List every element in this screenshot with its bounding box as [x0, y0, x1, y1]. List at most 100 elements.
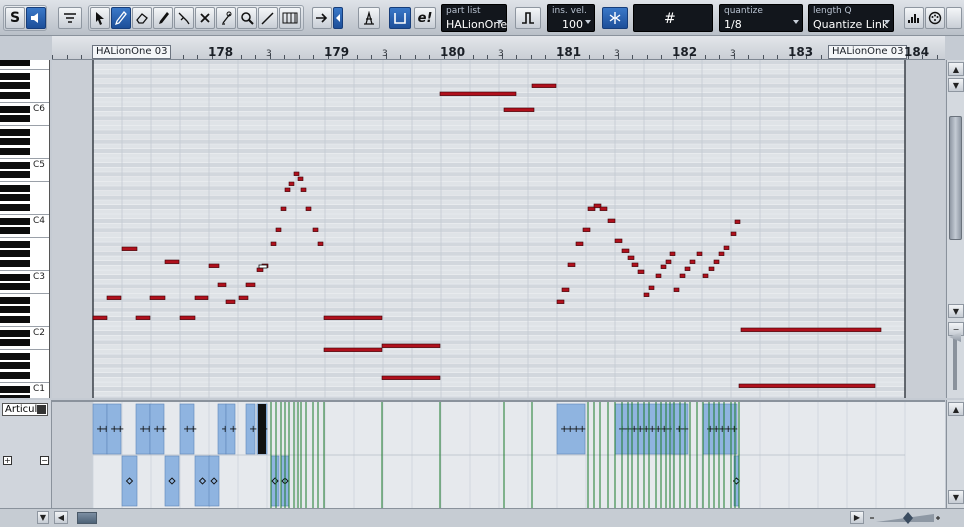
black-key[interactable] [0, 60, 30, 66]
black-key[interactable] [0, 339, 30, 347]
step-input-icon[interactable] [279, 7, 301, 29]
e-icon[interactable]: e! [414, 7, 436, 29]
black-key[interactable] [0, 329, 30, 337]
black-key[interactable] [0, 385, 30, 393]
part-list-field[interactable]: part list HALionOne [441, 4, 507, 32]
listen-icon[interactable] [26, 7, 46, 29]
midi-note [684, 266, 691, 271]
controller-setup-icon[interactable] [904, 7, 924, 29]
zoom-in-icon[interactable]: ▼ [948, 78, 964, 92]
object-select-icon[interactable] [90, 7, 110, 29]
draw-icon[interactable] [111, 7, 131, 29]
octave-label: C6 [33, 104, 46, 114]
line-icon[interactable] [258, 7, 278, 29]
zoom-icon[interactable] [237, 7, 257, 29]
mute-icon[interactable] [195, 7, 215, 29]
scroll-down-icon[interactable]: ▼ [948, 304, 964, 318]
autoscroll-menu-icon[interactable] [333, 7, 343, 29]
black-key[interactable] [0, 203, 30, 211]
bar-number: 182 [672, 45, 698, 59]
black-key[interactable] [0, 105, 30, 113]
note-grid[interactable] [52, 60, 945, 398]
ruler[interactable]: HALionOne 03 178 3 179 3 180 3 181 3 182… [52, 36, 945, 60]
black-key[interactable] [0, 227, 30, 234]
erase-icon[interactable] [132, 7, 152, 29]
midi-note [665, 259, 672, 264]
black-key[interactable] [0, 115, 30, 122]
white-key-divider [0, 158, 49, 159]
midi-note [288, 181, 295, 186]
black-key[interactable] [0, 194, 30, 202]
horizontal-scroll-thumb[interactable] [77, 512, 97, 524]
black-key[interactable] [0, 82, 30, 90]
info-icon[interactable] [946, 7, 962, 29]
midi-note [270, 241, 277, 246]
black-key[interactable] [0, 73, 30, 80]
black-key[interactable] [0, 362, 30, 370]
scroll-left-icon[interactable]: ◀ [54, 511, 68, 524]
ruler-tick [356, 55, 358, 59]
vertical-scrollbar[interactable]: ▲ ▼ ▼ − [946, 60, 964, 398]
black-key[interactable] [0, 171, 30, 178]
midi-note [631, 262, 639, 267]
ins-vel-field[interactable]: ins. vel. 100 [547, 4, 595, 32]
horizontal-scrollbar[interactable]: ▼ ◀ ▶ [0, 508, 964, 527]
scroll-right-icon[interactable]: ▶ [850, 511, 864, 524]
black-key[interactable] [0, 395, 30, 398]
black-key[interactable] [0, 185, 30, 192]
black-key[interactable] [0, 353, 30, 361]
zoom-out-icon[interactable]: − [948, 322, 964, 336]
black-key[interactable] [0, 147, 30, 155]
black-key[interactable] [0, 306, 30, 314]
black-key[interactable] [0, 371, 30, 379]
articulation-block [194, 455, 211, 507]
vertical-scroll-thumb[interactable] [949, 116, 962, 240]
note-grid-canvas[interactable] [52, 60, 945, 398]
expand-icon[interactable]: + [3, 456, 12, 465]
split-icon[interactable] [174, 7, 194, 29]
ruler-tick [661, 55, 662, 59]
black-key[interactable] [0, 297, 30, 305]
black-key[interactable] [0, 273, 30, 281]
settings-dropdown-icon[interactable]: ▼ [37, 511, 49, 524]
horizontal-zoom-slider[interactable] [868, 512, 942, 524]
black-key[interactable] [0, 129, 30, 136]
snap-icon[interactable] [602, 7, 628, 29]
collapse-icon[interactable]: − [40, 456, 49, 465]
midi-note [275, 227, 282, 232]
ruler-tick [936, 55, 938, 59]
trim-icon[interactable] [153, 7, 173, 29]
black-key[interactable] [0, 138, 30, 146]
solo-icon[interactable]: S [5, 7, 25, 29]
grid-type-field[interactable]: # [633, 4, 713, 32]
zoom-slider-track[interactable] [953, 338, 957, 390]
black-key[interactable] [0, 91, 30, 99]
controller-lane[interactable]: ++++++++++++++++++++++++++++++++++++ [52, 400, 945, 508]
piano-keyboard[interactable]: C6 C5 C4 C3 C2 C1 [0, 60, 50, 398]
black-key[interactable] [0, 283, 30, 291]
black-key[interactable] [0, 217, 30, 225]
octave-label: C5 [33, 160, 46, 170]
length-q-field[interactable]: length Q Quantize Link [808, 4, 894, 32]
midi-note [225, 299, 236, 304]
controller-lane-canvas[interactable]: ++++++++++++++++++++++++++++++++++++ [52, 402, 945, 508]
controller-scrollbar[interactable]: ▲ ▼ [946, 400, 964, 508]
glue-icon[interactable] [216, 7, 236, 29]
scroll-up-icon[interactable]: ▲ [948, 402, 964, 416]
octave-label: C2 [33, 328, 46, 338]
quantize-field[interactable]: quantize 1/8 [719, 4, 803, 32]
controller-lane-select[interactable]: Articula [2, 403, 48, 416]
part-info-icon[interactable] [58, 7, 82, 29]
black-key[interactable] [0, 161, 30, 169]
midi-icon[interactable] [925, 7, 945, 29]
metronome-icon[interactable] [358, 7, 380, 29]
edit-in-place-icon[interactable] [389, 7, 411, 29]
black-key[interactable] [0, 250, 30, 258]
scroll-up-icon[interactable]: ▲ [948, 62, 964, 76]
insert-velocity-mode-icon[interactable] [515, 7, 541, 29]
black-key[interactable] [0, 259, 30, 267]
black-key[interactable] [0, 241, 30, 248]
autoscroll-icon[interactable] [312, 7, 332, 29]
scroll-down-icon[interactable]: ▼ [948, 490, 964, 504]
black-key[interactable] [0, 315, 30, 323]
